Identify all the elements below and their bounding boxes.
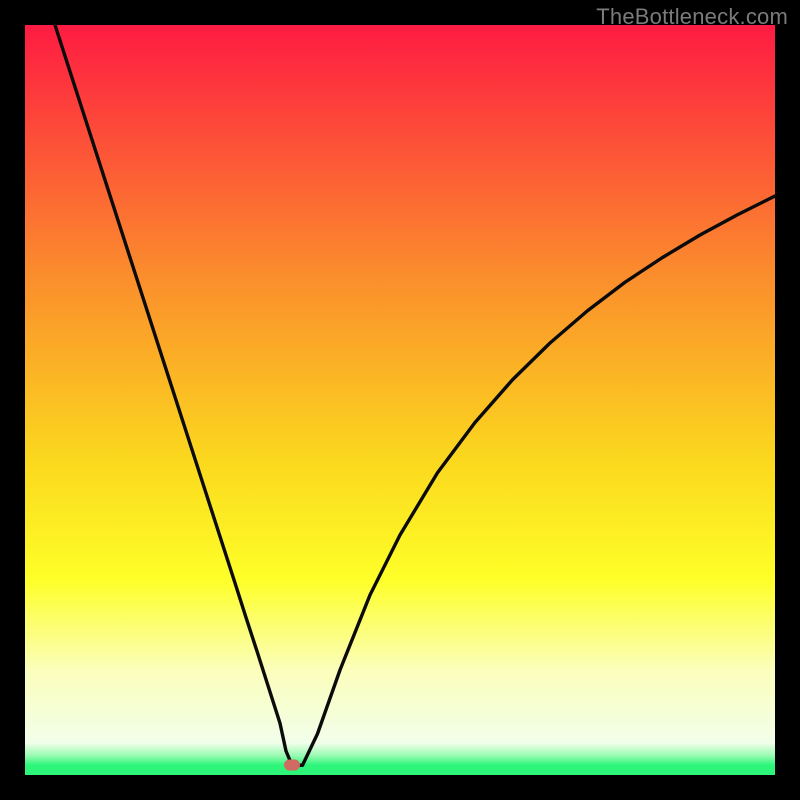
watermark-text: TheBottleneck.com: [596, 4, 788, 30]
bottleneck-curve: [25, 25, 775, 775]
chart-frame: [25, 25, 775, 775]
optimal-point-marker: [284, 760, 300, 771]
